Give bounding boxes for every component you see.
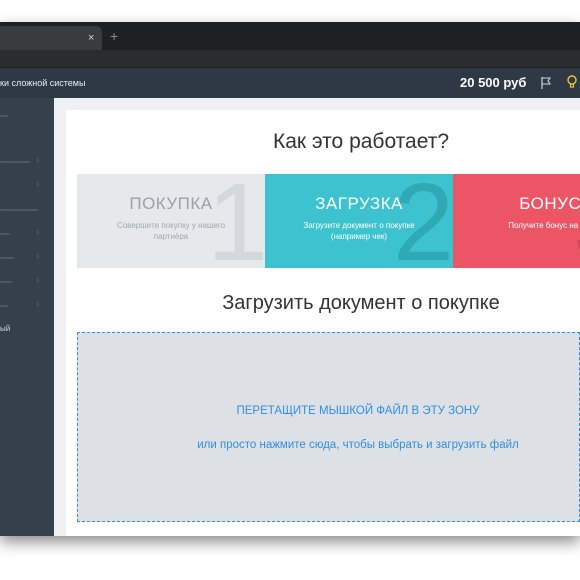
sidebar-item-label: ый <box>0 324 11 333</box>
sidebar-item-label <box>0 257 14 259</box>
sidebar-item-label <box>0 305 8 307</box>
step-title: ПОКУПКА <box>129 194 213 213</box>
chevron-right-icon: › <box>36 227 40 238</box>
chevron-right-icon: › <box>36 299 40 310</box>
chevron-right-icon: › <box>36 251 40 262</box>
dropzone-secondary-text[interactable]: или просто нажмите сюда, чтобы выбрать и… <box>78 439 580 451</box>
sidebar-item-label <box>0 233 10 235</box>
flag-icon[interactable] <box>540 76 552 90</box>
sidebar-item[interactable]: › <box>0 294 54 318</box>
sidebar-item[interactable]: › <box>0 222 54 246</box>
step-description: Получите бонус на свой сч <box>508 221 580 230</box>
sidebar-item[interactable]: › <box>0 246 54 270</box>
sidebar-item-label <box>0 209 38 211</box>
sidebar-item-label <box>0 115 8 117</box>
dropzone-primary-text: ПЕРЕТАЩИТЕ МЫШКОЙ ФАЙЛ В ЭТУ ЗОНУ <box>236 405 480 417</box>
app-header: ки сложной системы 20 500 руб <box>0 68 580 98</box>
sidebar-item-label <box>0 161 30 163</box>
steps-row: 1 ПОКУПКА Совершите покупку у нашего пар… <box>77 174 580 268</box>
close-icon[interactable]: × <box>88 31 94 45</box>
step-purchase: 1 ПОКУПКА Совершите покупку у нашего пар… <box>77 174 265 268</box>
sidebar-item[interactable] <box>0 198 54 222</box>
chevron-right-icon: › <box>36 155 40 166</box>
step-description: Совершите покупку у нашего партнёра <box>116 221 226 241</box>
sidebar-item-label <box>0 281 12 283</box>
sidebar-item[interactable]: › <box>0 150 54 174</box>
step-upload: 2 ЗАГРУЗКА Загрузите документ о покупке … <box>265 174 453 268</box>
step-title: БОНУСЫ <box>519 194 580 213</box>
how-it-works-title: Как это работает? <box>272 130 450 153</box>
lightbulb-icon[interactable] <box>566 74 578 90</box>
plus-icon[interactable]: + <box>110 29 118 43</box>
main-content: Как это работает? 1 ПОКУПКА Совершите по… <box>54 98 580 536</box>
sidebar-item[interactable]: › <box>0 174 54 198</box>
app-title: ки сложной системы <box>0 78 86 88</box>
upload-title: Загрузить документ о покупке <box>222 292 500 314</box>
sidebar-item-active[interactable]: ый <box>0 318 54 342</box>
address-bar[interactable] <box>0 50 580 68</box>
file-dropzone[interactable]: ПЕРЕТАЩИТЕ МЫШКОЙ ФАЙЛ В ЭТУ ЗОНУ или пр… <box>77 332 580 522</box>
tab-strip: × + <box>0 22 580 50</box>
sidebar-item[interactable]: › <box>0 270 54 294</box>
step-title: ЗАГРУЗКА <box>315 194 403 213</box>
step-description: Загрузите документ о покупке (например ч… <box>303 221 415 241</box>
step-bonuses: 3 БОНУСЫ Получите бонус на свой сч <box>453 174 580 268</box>
content-panel: Как это работает? 1 ПОКУПКА Совершите по… <box>66 110 580 536</box>
chevron-right-icon: › <box>36 275 40 286</box>
browser-window: × + ки сложной системы 20 500 руб › › › … <box>0 22 580 536</box>
sidebar: › › › › › › ый <box>0 98 54 536</box>
browser-tab[interactable]: × <box>0 26 102 50</box>
sidebar-item[interactable] <box>0 104 54 128</box>
chevron-right-icon: › <box>36 179 40 190</box>
balance-value: 20 500 руб <box>460 75 527 90</box>
